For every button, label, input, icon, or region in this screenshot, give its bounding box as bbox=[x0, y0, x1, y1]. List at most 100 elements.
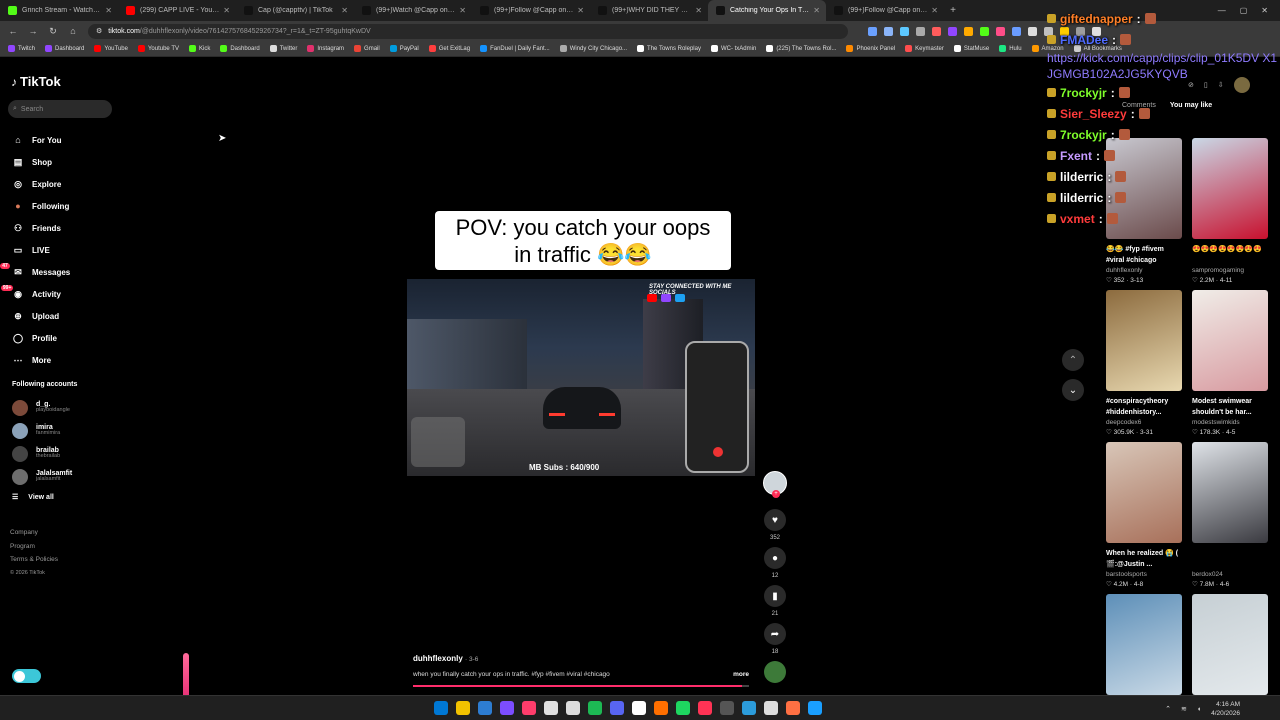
extension-icon[interactable] bbox=[1028, 26, 1037, 36]
card-username[interactable]: modestswimkids bbox=[1192, 419, 1268, 426]
comment-icon[interactable]: ● bbox=[764, 547, 786, 569]
view-all-button[interactable]: ☰ View all bbox=[12, 493, 54, 502]
music-disc-icon[interactable] bbox=[764, 661, 786, 683]
card-username[interactable]: duhhflexonly bbox=[1106, 267, 1182, 274]
video-author[interactable]: duhhflexonly · 3-6 bbox=[413, 654, 749, 663]
share-icon[interactable]: ➦ bbox=[764, 623, 786, 645]
recommended-video-card[interactable] bbox=[1106, 594, 1182, 695]
card-username[interactable]: berdox024 bbox=[1192, 571, 1268, 578]
bookmark-item[interactable]: Phoenix Panel bbox=[846, 45, 895, 52]
extension-icon[interactable] bbox=[900, 26, 909, 36]
taskbar-app-icon[interactable] bbox=[544, 701, 558, 715]
sidebar-item-following[interactable]: ● Following bbox=[12, 195, 88, 217]
footer-program[interactable]: Program bbox=[10, 540, 58, 554]
taskbar-app-icon[interactable] bbox=[654, 701, 668, 715]
creator-avatar[interactable]: + bbox=[763, 471, 787, 498]
extension-icon[interactable] bbox=[1012, 26, 1021, 36]
recommended-video-card[interactable]: #conspiracytheory #hiddenhistory... deepc… bbox=[1106, 290, 1182, 436]
search-input[interactable]: ⌕ Search bbox=[8, 100, 112, 118]
footer-terms[interactable]: Terms & Policies bbox=[10, 553, 58, 567]
close-icon[interactable]: ✕ bbox=[931, 6, 938, 15]
card-username[interactable]: sampromogaming bbox=[1192, 267, 1268, 274]
taskbar-app-icon[interactable] bbox=[764, 701, 778, 715]
taskbar-app-icon[interactable] bbox=[720, 701, 734, 715]
recommended-video-card[interactable]: When he realized 😭 ( 🎬:@Justin ... barsto… bbox=[1106, 442, 1182, 588]
close-icon[interactable]: ✕ bbox=[459, 6, 466, 15]
wifi-icon[interactable]: ≋ bbox=[1181, 705, 1187, 713]
follow-plus-icon[interactable]: + bbox=[772, 490, 780, 498]
close-icon[interactable]: ✕ bbox=[341, 6, 348, 15]
close-icon[interactable]: ✕ bbox=[695, 6, 702, 15]
taskbar-app-icon[interactable] bbox=[566, 701, 580, 715]
following-account[interactable]: Jalalsamfit jalalsamfit bbox=[12, 465, 72, 488]
taskbar-app-icon[interactable] bbox=[742, 701, 756, 715]
site-info-icon[interactable]: ⚙ bbox=[96, 27, 102, 35]
taskbar-app-icon[interactable] bbox=[588, 701, 602, 715]
taskbar-app-icon[interactable] bbox=[808, 701, 822, 715]
reload-icon[interactable]: ↻ bbox=[48, 26, 58, 37]
taskbar-app-icon[interactable] bbox=[610, 701, 624, 715]
theme-toggle[interactable] bbox=[12, 669, 41, 683]
taskbar-app-icon[interactable] bbox=[434, 701, 448, 715]
more-button[interactable]: more bbox=[733, 671, 749, 678]
previous-video-button[interactable]: ⌃ bbox=[1062, 349, 1084, 371]
bookmark-item[interactable]: WC- txAdmin bbox=[710, 45, 756, 52]
extension-icon[interactable] bbox=[980, 26, 989, 36]
close-icon[interactable]: ✕ bbox=[105, 6, 112, 15]
video-progress-bar[interactable] bbox=[413, 685, 749, 687]
author-name[interactable]: duhhflexonly bbox=[413, 654, 463, 663]
extension-icon[interactable] bbox=[948, 26, 957, 36]
video-thumbnail[interactable] bbox=[1192, 594, 1268, 695]
bookmark-item[interactable]: YouTube bbox=[94, 45, 128, 52]
card-username[interactable]: barstoolsports bbox=[1106, 571, 1182, 578]
volume-icon[interactable]: ◖ bbox=[1197, 706, 1201, 713]
taskbar-app-icon[interactable] bbox=[676, 701, 690, 715]
following-account[interactable]: d_g. playboidangle bbox=[12, 396, 72, 419]
video-thumbnail[interactable] bbox=[1106, 290, 1182, 391]
taskbar-app-icon[interactable] bbox=[786, 701, 800, 715]
bookmark-item[interactable]: Hulu bbox=[999, 45, 1022, 52]
extension-icon[interactable] bbox=[996, 26, 1005, 36]
bookmark-item[interactable]: Kick bbox=[188, 45, 210, 52]
bookmark-item[interactable]: Get ExitLag bbox=[428, 45, 470, 52]
taskbar-app-icon[interactable] bbox=[478, 701, 492, 715]
video-thumbnail[interactable] bbox=[1192, 442, 1268, 543]
sidebar-item-live[interactable]: ▭ LIVE bbox=[12, 239, 88, 261]
close-icon[interactable]: ✕ bbox=[577, 6, 584, 15]
taskbar-app-icon[interactable] bbox=[632, 701, 646, 715]
sidebar-item-explore[interactable]: ◎ Explore bbox=[12, 173, 88, 195]
sidebar-item-profile[interactable]: ◯ Profile bbox=[12, 327, 88, 349]
sidebar-item-activity[interactable]: ◉ Activity 99+ bbox=[0, 283, 88, 305]
browser-tab[interactable]: (99+)WHY DID THEY DO BOY !✕ bbox=[590, 0, 708, 21]
taskbar-app-icon[interactable] bbox=[456, 701, 470, 715]
bookmark-item[interactable]: Dashboard bbox=[220, 45, 260, 52]
browser-tab[interactable]: (99+)Follow @Capp on kick/Tw ✕ bbox=[826, 0, 944, 21]
clock[interactable]: 4:16 AM 4/20/2026 bbox=[1211, 700, 1240, 718]
following-account[interactable]: brailab thebrailab bbox=[12, 442, 72, 465]
sidebar-item-shop[interactable]: ▤ Shop bbox=[12, 151, 88, 173]
heart-icon[interactable]: ♥ bbox=[764, 509, 786, 531]
browser-tab[interactable]: Catching Your Ops In Traffic A ✕ bbox=[708, 0, 826, 21]
video-thumbnail[interactable] bbox=[1106, 594, 1182, 695]
browser-tab[interactable]: (99+)Follow @Capp on kick/Ti ✕ bbox=[472, 0, 590, 21]
taskbar-app-icon[interactable] bbox=[522, 701, 536, 715]
next-video-button[interactable]: ⌄ bbox=[1062, 379, 1084, 401]
bookmark-icon[interactable]: ▮ bbox=[764, 585, 786, 607]
bookmark-item[interactable]: Youtube TV bbox=[137, 45, 179, 52]
back-icon[interactable]: ← bbox=[8, 26, 18, 36]
following-account[interactable]: imira fanmimira bbox=[12, 419, 72, 442]
sidebar-item-upload[interactable]: ⊕ Upload bbox=[12, 305, 88, 327]
new-tab-button[interactable]: + bbox=[944, 5, 962, 16]
sidebar-item-more[interactable]: ⋯ More bbox=[12, 349, 88, 371]
extension-icon[interactable] bbox=[916, 26, 925, 36]
extension-icon[interactable] bbox=[932, 26, 941, 36]
taskbar-app-icon[interactable] bbox=[500, 701, 514, 715]
video-player[interactable]: STAY CONNECTED WITH ME SOCIALS MB Subs :… bbox=[407, 279, 755, 476]
bookmark-item[interactable]: Windy City Chicago... bbox=[559, 45, 627, 52]
bookmark-item[interactable]: StatMuse bbox=[953, 45, 989, 52]
bookmark-item[interactable]: The Towns Roleplay bbox=[637, 45, 701, 52]
taskbar-app-icon[interactable] bbox=[698, 701, 712, 715]
tray-chevron-icon[interactable]: ⌃ bbox=[1165, 705, 1171, 713]
extension-icon[interactable] bbox=[868, 26, 877, 36]
card-username[interactable]: deepcodex6 bbox=[1106, 419, 1182, 426]
